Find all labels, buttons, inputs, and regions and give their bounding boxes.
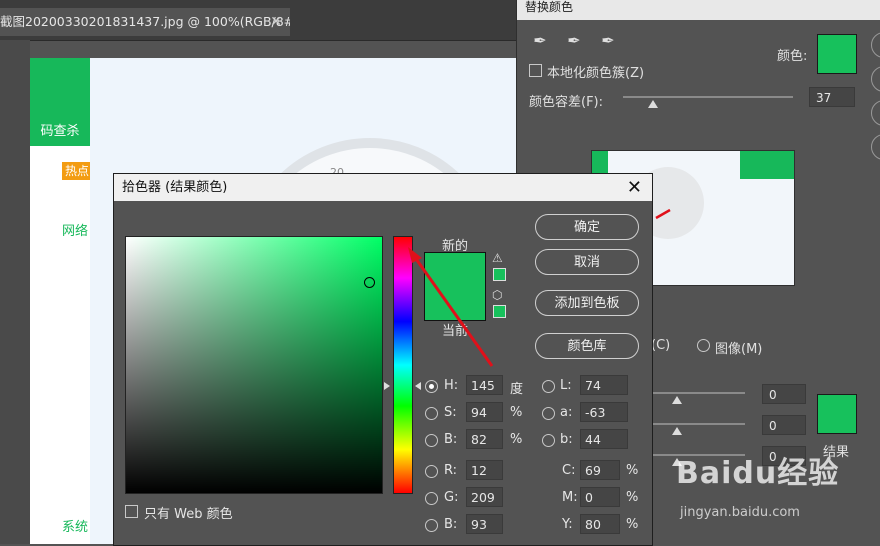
image-radio[interactable] (697, 339, 710, 352)
new-color-swatch (424, 252, 486, 288)
gamut-warning-icon[interactable]: ⚠ (492, 251, 503, 265)
cyan-label: C: (562, 463, 576, 478)
document-tab-bar: 截图20200330201831437.jpg @ 100%(RGB/8#) *… (0, 0, 520, 41)
lab-a-field[interactable]: -63 (580, 402, 628, 422)
side-button-2[interactable] (871, 66, 880, 92)
red-radio[interactable] (425, 465, 438, 478)
hue-slider-right-arrow[interactable] (415, 382, 421, 390)
blue-label: B: (444, 517, 458, 532)
side-button-4[interactable] (871, 134, 880, 160)
cyan-field[interactable]: 69 (580, 460, 620, 480)
eyedropper-minus-icon[interactable]: ✒ (597, 30, 619, 52)
sidebar-title: 码查杀 (40, 124, 80, 139)
green-radio[interactable] (425, 492, 438, 505)
current-color-label: 当前 (442, 324, 469, 339)
cyan-unit: % (626, 463, 639, 478)
current-color-swatch[interactable] (424, 287, 486, 321)
yellow-label: Y: (562, 517, 573, 532)
left-panel-strip (0, 40, 30, 544)
red-field[interactable]: 12 (466, 460, 503, 480)
document-tab[interactable]: 截图20200330201831437.jpg @ 100%(RGB/8#) *… (0, 8, 290, 36)
web-colors-only-label: 只有 Web 颜色 (144, 507, 233, 522)
nav-network-label: 网络 (62, 224, 89, 239)
color-libraries-button[interactable]: 颜色库 (535, 333, 639, 359)
yellow-unit: % (626, 517, 639, 532)
yellow-field[interactable]: 80 (580, 514, 620, 534)
selected-color-swatch[interactable] (817, 34, 857, 74)
web-safe-swatch[interactable] (493, 305, 506, 318)
color-picker-dialog: 拾色器 (结果颜色) ✕ 新的 当前 ⚠ ⬡ 确定 取消 添加到色板 颜色库 H… (113, 173, 653, 546)
side-button-1[interactable] (871, 32, 880, 58)
brightness-field[interactable]: 82 (466, 429, 503, 449)
hue-label: H: (444, 378, 459, 393)
lab-b-field[interactable]: 44 (580, 429, 628, 449)
close-icon[interactable]: ✕ (627, 174, 642, 201)
saturation-input[interactable]: 0 (762, 415, 806, 435)
nav-system-label: 系统 (62, 520, 89, 535)
magenta-unit: % (626, 490, 639, 505)
fuzziness-input[interactable]: 37 (809, 87, 855, 107)
green-field[interactable]: 209 (466, 487, 503, 507)
lab-a-label: a: (560, 405, 573, 420)
localized-clusters-checkbox[interactable] (529, 64, 542, 77)
color-selector-ring[interactable] (364, 277, 375, 288)
hue-slider-thumb[interactable] (672, 396, 682, 404)
blue-field[interactable]: 93 (466, 514, 503, 534)
lab-l-radio[interactable] (542, 380, 555, 393)
brightness-unit: % (510, 432, 523, 447)
hue-slider-track[interactable] (653, 392, 745, 394)
saturation-brightness-field[interactable] (125, 236, 383, 494)
web-safe-cube-icon[interactable]: ⬡ (492, 288, 502, 302)
cancel-button[interactable]: 取消 (535, 249, 639, 275)
close-tab-icon[interactable]: ✕ (270, 8, 282, 36)
web-colors-only-checkbox[interactable] (125, 505, 138, 518)
hue-unit: 度 (510, 382, 524, 397)
color-label: 颜色: (777, 49, 808, 64)
saturation-label: S: (444, 405, 457, 420)
add-to-swatches-button[interactable]: 添加到色板 (535, 290, 639, 316)
eyedropper-icon[interactable]: ✒ (529, 30, 551, 52)
canvas-sidebar (30, 146, 91, 544)
magenta-label: M: (562, 490, 578, 505)
image-radio-label: 图像(M) (715, 342, 763, 357)
hue-slider[interactable] (393, 236, 413, 494)
saturation-unit: % (510, 405, 523, 420)
color-picker-title: 拾色器 (结果颜色) (114, 174, 652, 201)
gamut-warning-swatch[interactable] (493, 268, 506, 281)
document-tab-title: 截图20200330201831437.jpg @ 100%(RGB/8#) * (0, 14, 290, 29)
hue-input[interactable]: 0 (762, 384, 806, 404)
fuzziness-slider-thumb[interactable] (648, 100, 658, 108)
green-label: G: (444, 490, 459, 505)
magenta-field[interactable]: 0 (580, 487, 620, 507)
lab-l-field[interactable]: 74 (580, 375, 628, 395)
eyedropper-plus-icon[interactable]: ✒ (563, 30, 585, 52)
side-button-3[interactable] (871, 100, 880, 126)
baidu-watermark-logo: Baidu经验 (676, 456, 840, 491)
fuzziness-slider-track[interactable] (623, 96, 793, 98)
hue-radio[interactable] (425, 380, 438, 393)
hue-slider-left-arrow[interactable] (384, 382, 390, 390)
brightness-radio[interactable] (425, 434, 438, 447)
lab-l-label: L: (560, 378, 572, 393)
localized-clusters-label: 本地化颜色簇(Z) (547, 66, 645, 81)
fuzziness-label: 颜色容差(F): (529, 95, 604, 110)
hot-badge: 热点 (62, 162, 92, 180)
saturation-slider-track[interactable] (653, 423, 745, 425)
hue-field[interactable]: 145 (466, 375, 503, 395)
selection-radio-label: (C) (651, 338, 671, 353)
blue-radio[interactable] (425, 519, 438, 532)
red-label: R: (444, 463, 458, 478)
lab-b-label: b: (560, 432, 573, 447)
result-color-swatch[interactable] (817, 394, 857, 434)
lab-b-radio[interactable] (542, 434, 555, 447)
ok-button[interactable]: 确定 (535, 214, 639, 240)
lab-a-radio[interactable] (542, 407, 555, 420)
replace-color-title: 替换颜色 (517, 0, 880, 20)
brightness-label: B: (444, 432, 458, 447)
baidu-watermark-url: jingyan.baidu.com (680, 505, 800, 520)
saturation-radio[interactable] (425, 407, 438, 420)
saturation-field[interactable]: 94 (466, 402, 503, 422)
saturation-slider-thumb[interactable] (672, 427, 682, 435)
